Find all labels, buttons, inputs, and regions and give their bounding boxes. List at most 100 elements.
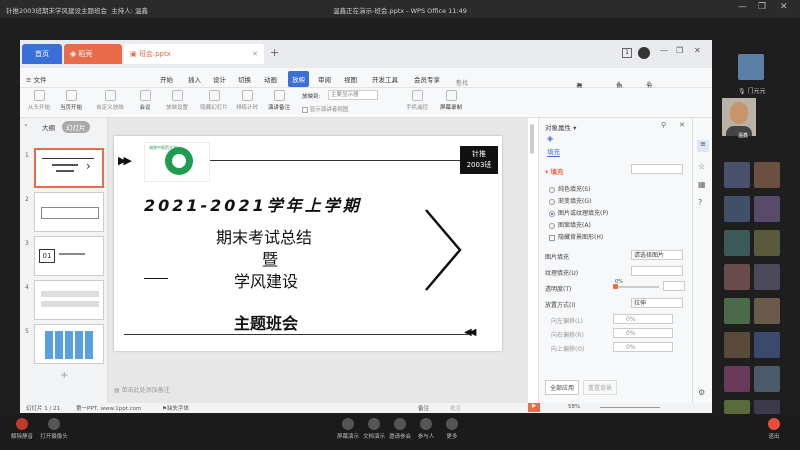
window-minimize-icon[interactable]: — <box>660 46 668 55</box>
camera-button[interactable]: 打开摄像头 <box>34 415 74 440</box>
fill-bucket-icon[interactable]: ◈ <box>547 134 553 143</box>
meeting-button[interactable]: 会议 <box>130 90 160 111</box>
slide-thumbnail-2[interactable] <box>34 192 104 232</box>
minimize-icon[interactable]: — <box>738 2 747 12</box>
menu-transition[interactable]: 切换 <box>238 74 251 84</box>
participant-video[interactable] <box>738 54 764 80</box>
show-settings-button[interactable]: 放映设置 <box>162 90 192 111</box>
image-fill-select[interactable]: 请选择图片 <box>631 250 683 260</box>
display-select[interactable]: 主要显示器 <box>328 90 378 100</box>
tab-daoke[interactable]: ◉ 稻壳 <box>64 44 122 64</box>
participant-tile[interactable] <box>724 400 750 414</box>
tab-close-icon[interactable]: ✕ <box>252 44 258 64</box>
play-slideshow-icon[interactable]: ▶ <box>528 403 540 412</box>
participant-tile[interactable] <box>754 264 780 290</box>
tab-outline[interactable]: 大纲 <box>42 122 55 132</box>
participant-tile[interactable] <box>724 162 750 188</box>
menu-view[interactable]: 视图 <box>344 74 357 84</box>
transparency-input[interactable] <box>663 281 685 291</box>
layout-icon[interactable]: ▦ <box>698 180 706 189</box>
canvas-scrollbar[interactable] <box>530 124 534 154</box>
option-pattern-fill[interactable]: 图案填充(A) <box>549 220 591 229</box>
option-hide-background[interactable]: 隐藏背景图形(H) <box>549 232 603 241</box>
placement-select[interactable]: 拉伸 <box>631 298 683 308</box>
participant-tile[interactable] <box>724 196 750 222</box>
page-indicator-icon[interactable]: 1 <box>622 48 632 58</box>
tab-slides[interactable]: 幻灯片 <box>62 121 90 133</box>
fill-section-title[interactable]: ▾ 填充 <box>545 166 564 176</box>
menu-slideshow[interactable]: 放映 <box>288 71 309 87</box>
from-current-button[interactable]: 当页开始 <box>56 90 86 111</box>
zoom-level[interactable]: 58% <box>568 404 580 410</box>
new-tab-icon[interactable]: + <box>270 46 279 59</box>
slide-thumbnail-3[interactable]: 01 <box>34 236 104 276</box>
participant-tile[interactable] <box>724 230 750 256</box>
presenter-view-checkbox[interactable]: 显示演讲者视图 <box>302 105 348 113</box>
option-gradient-fill[interactable]: 渐变填充(G) <box>549 196 591 205</box>
properties-icon[interactable]: ≡ <box>697 140 709 152</box>
from-start-button[interactable]: 从头开始 <box>24 90 54 111</box>
zoom-slider[interactable] <box>600 407 660 408</box>
participant-tile[interactable] <box>754 332 780 358</box>
option-picture-fill[interactable]: 图片或纹理填充(P) <box>549 208 608 217</box>
missing-font[interactable]: ⚑缺失字体 <box>162 404 189 412</box>
panel-title[interactable]: 对象属性 ▾ <box>545 122 576 132</box>
help-icon[interactable]: ? <box>698 198 702 207</box>
apply-all-button[interactable]: 全部应用 <box>545 380 580 395</box>
slide[interactable]: ▶▶ 湖南中医药大学 针推 2003班 2021-2021学年上学期 期末考试总结… <box>114 136 502 351</box>
participant-tile[interactable] <box>724 298 750 324</box>
transparency-slider[interactable] <box>613 284 659 289</box>
settings-icon[interactable]: ⚙ <box>698 388 705 397</box>
participant-tile[interactable] <box>724 366 750 392</box>
slide-thumbnail-5[interactable] <box>34 324 104 364</box>
reset-background-button[interactable]: 重置背景 <box>583 380 618 395</box>
participant-tile[interactable] <box>754 162 780 188</box>
collapse-icon[interactable]: « <box>24 122 28 129</box>
pin-icon[interactable]: ⚲ <box>661 121 666 129</box>
tab-home[interactable]: 首页 <box>22 44 62 64</box>
window-close-icon[interactable]: ✕ <box>694 46 701 55</box>
menu-file[interactable]: ≡ 文件 <box>26 74 47 84</box>
offset-left-input[interactable]: 0% <box>613 314 673 324</box>
participant-tile[interactable] <box>724 264 750 290</box>
slide-thumbnail-1[interactable]: › <box>34 148 104 188</box>
menu-design[interactable]: 设计 <box>213 74 226 84</box>
menu-start[interactable]: 开始 <box>160 74 173 84</box>
leave-button[interactable]: 退出 <box>756 415 792 440</box>
participant-tile[interactable] <box>724 332 750 358</box>
menu-developer[interactable]: 开发工具 <box>372 74 398 84</box>
tab-document[interactable]: ▣ 班会.pptx ✕ <box>124 44 264 64</box>
phone-remote-button[interactable]: 手机遥控 <box>402 90 432 111</box>
hide-slide-button[interactable]: 隐藏幻灯片 <box>196 90 232 111</box>
participant-tile[interactable] <box>754 298 780 324</box>
tab-fill[interactable]: 填充 <box>547 146 560 157</box>
window-restore-icon[interactable]: ❐ <box>676 46 683 55</box>
more-button[interactable]: 更多 <box>434 415 470 440</box>
menu-review[interactable]: 审阅 <box>318 74 331 84</box>
offset-right-input[interactable]: 0% <box>613 328 673 338</box>
comments-toggle[interactable]: 批注 <box>450 404 461 412</box>
participant-tile[interactable] <box>754 366 780 392</box>
host-video[interactable] <box>722 98 756 136</box>
option-solid-fill[interactable]: 纯色填充(S) <box>549 184 591 193</box>
speaker-notes-button[interactable]: 演讲备注 <box>264 90 294 111</box>
participant-tile[interactable] <box>754 230 780 256</box>
add-slide-icon[interactable]: + <box>60 370 68 381</box>
avatar[interactable] <box>638 47 650 59</box>
participant-tile[interactable] <box>754 196 780 222</box>
offset-up-input[interactable]: 0% <box>613 342 673 352</box>
close-icon[interactable]: ✕ <box>780 2 788 12</box>
menu-insert[interactable]: 插入 <box>188 74 201 84</box>
menu-member[interactable]: 会员专享 <box>414 74 440 84</box>
notes-area[interactable]: ▤ 单击此处添加备注 <box>108 385 528 397</box>
fill-color-select[interactable] <box>631 164 683 174</box>
screen-record-button[interactable]: 屏幕录制 <box>436 90 466 111</box>
texture-select[interactable] <box>631 266 683 276</box>
rehearse-button[interactable]: 排练计时 <box>232 90 262 111</box>
slide-thumbnail-4[interactable] <box>34 280 104 320</box>
star-icon[interactable]: ☆ <box>698 162 705 171</box>
panel-close-icon[interactable]: ✕ <box>679 121 685 129</box>
notes-toggle[interactable]: 备注 <box>418 404 429 412</box>
menu-animation[interactable]: 动画 <box>264 74 277 84</box>
custom-show-button[interactable]: 自定义放映 <box>92 90 128 111</box>
